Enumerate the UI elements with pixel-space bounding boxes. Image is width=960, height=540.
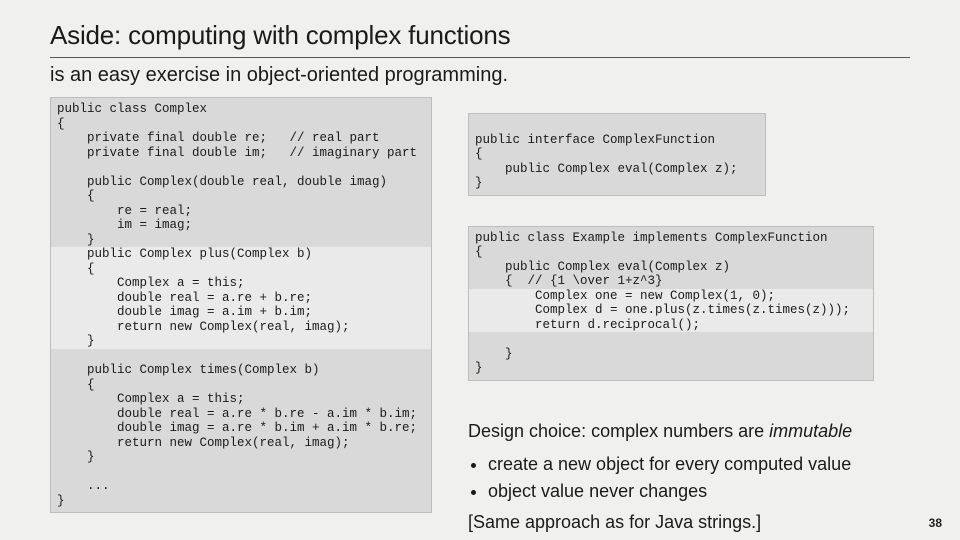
code-complex-class: public class Complex { private final dou…: [50, 97, 432, 513]
code-text: public interface ComplexFunction { publi…: [475, 133, 738, 191]
slide-number: 38: [929, 516, 942, 530]
list-item: object value never changes: [488, 481, 910, 502]
design-bullets: create a new object for every computed v…: [488, 454, 910, 502]
code-example-class: public class Example implements ComplexF…: [468, 226, 874, 381]
code-text: } }: [475, 347, 513, 376]
left-column: public class Complex { private final dou…: [50, 97, 432, 513]
right-column: public interface ComplexFunction { publi…: [468, 97, 910, 533]
code-highlight-eval-body: Complex one = new Complex(1, 0); Complex…: [469, 289, 873, 333]
code-highlight-plus: public Complex plus(Complex b) { Complex…: [51, 247, 431, 349]
slide-subtitle: is an easy exercise in object-oriented p…: [50, 64, 910, 87]
slide-title: Aside: computing with complex functions: [50, 20, 910, 51]
list-item: create a new object for every computed v…: [488, 454, 910, 475]
code-text: public class Complex { private final dou…: [57, 102, 417, 247]
code-interface: public interface ComplexFunction { publi…: [468, 113, 766, 196]
text: Design choice: complex numbers are: [468, 421, 769, 441]
code-text: public class Example implements ComplexF…: [475, 231, 828, 289]
italic-text: immutable: [769, 421, 852, 441]
title-rule: [50, 57, 910, 58]
design-lead: Design choice: complex numbers are immut…: [468, 421, 910, 442]
code-text: public Complex times(Complex b) { Comple…: [57, 363, 417, 508]
content-columns: public class Complex { private final dou…: [50, 97, 910, 533]
design-footnote: [Same approach as for Java strings.]: [468, 512, 910, 533]
slide: Aside: computing with complex functions …: [0, 0, 960, 540]
design-notes: Design choice: complex numbers are immut…: [468, 421, 910, 533]
